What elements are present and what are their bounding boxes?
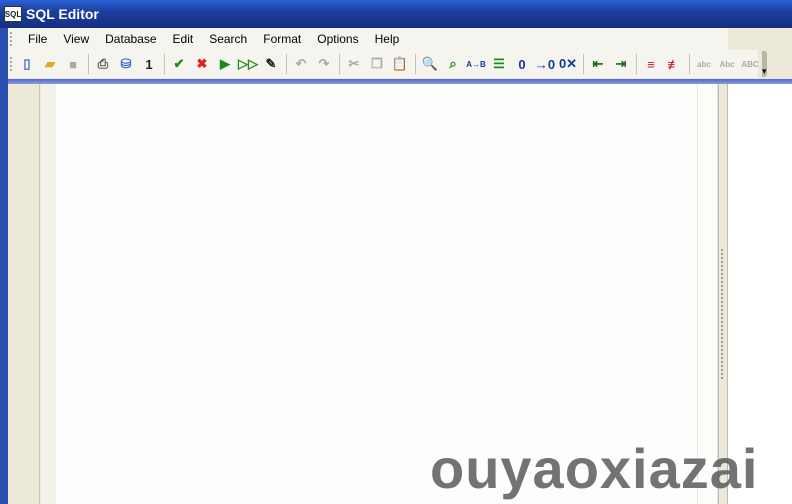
menu-search[interactable]: Search (201, 32, 255, 46)
menu-grip[interactable] (10, 32, 16, 46)
capitalize-button[interactable]: Abc (716, 53, 738, 75)
redo-button[interactable]: ↷ (313, 53, 335, 75)
paste-icon: 📋 (391, 56, 409, 71)
toolbar-separator (636, 54, 637, 74)
execute-grid-icon: ▶ (220, 56, 230, 71)
rollback-icon: ✖ (196, 56, 208, 71)
menu-edit[interactable]: Edit (165, 32, 202, 46)
comment-icon: ≡ (647, 56, 655, 72)
menu-bar: File View Database Edit Search Format Options H… (8, 28, 728, 50)
toolbar-separator (88, 54, 89, 74)
window-border (0, 28, 8, 504)
next-bookmark-button[interactable]: →0 (534, 53, 556, 75)
save-icon: ■ (69, 56, 77, 72)
comment-button[interactable]: ≡ (640, 53, 662, 75)
print-icon: ⎙ (97, 56, 109, 71)
find-next-button[interactable]: ⌕ (442, 53, 464, 75)
toolbar-separator (415, 54, 416, 74)
paste-button[interactable]: 📋 (389, 53, 411, 75)
indent-icon: ⇤ (592, 56, 604, 71)
commit-icon: ✔ (173, 56, 185, 71)
toolbar-grip[interactable] (10, 57, 12, 71)
replace-button[interactable]: A→B (465, 53, 487, 75)
new-button[interactable]: ▯ (16, 53, 38, 75)
uppercase-button[interactable]: ABC (739, 53, 761, 75)
new-icon: ▯ (23, 56, 31, 71)
window-title: SQL Editor (26, 6, 99, 22)
print-button[interactable]: ⎙ (92, 53, 114, 75)
execute-grid-button[interactable]: ▶ (214, 53, 236, 75)
execute-all-icon: ▷▷ (238, 56, 258, 71)
undo-icon: ↶ (295, 56, 307, 71)
explain-button[interactable]: ✎ (260, 53, 282, 75)
fold-margin (41, 84, 56, 504)
clear-bookmark-button[interactable]: 0✕ (557, 53, 579, 75)
indent-button[interactable]: ⇤ (587, 53, 609, 75)
undo-button[interactable]: ↶ (290, 53, 312, 75)
menu-database[interactable]: Database (97, 32, 164, 46)
toolbar: ▯ ▰ ■ ⎙ ⛁ 1 ✔ ✖ ▶ ▷▷ ✎ ↶ ↷ ✂ ❐ 📋 🔍 ⌕ A→B ☰ 0 →0 0✕ ⇤ ⇥ ≡ ≢ abc Abc AB… (8, 50, 767, 78)
menu-options[interactable]: Options (309, 32, 366, 46)
outdent-button[interactable]: ⇥ (610, 53, 632, 75)
watermark: ouyaoxiazai (430, 437, 759, 500)
toolbar-separator (339, 54, 340, 74)
toolbar-separator (286, 54, 287, 74)
find-icon: 🔍 (421, 56, 439, 71)
clear-bookmark-icon: 0✕ (558, 56, 578, 71)
cut-icon: ✂ (348, 56, 360, 71)
title-bar: SQL SQL Editor (0, 0, 792, 28)
numbering-button[interactable]: 1 (138, 53, 160, 75)
find-button[interactable]: 🔍 (419, 53, 441, 75)
find-next-icon: ⌕ (449, 56, 457, 71)
open-button[interactable]: ▰ (39, 53, 61, 75)
uncomment-icon: ≢ (667, 56, 681, 72)
outdent-icon: ⇥ (615, 56, 627, 71)
database-button[interactable]: ⛁ (115, 53, 137, 75)
next-bookmark-icon: →0 (534, 56, 556, 72)
goto-line-button[interactable]: ☰ (488, 53, 510, 75)
database-icon: ⛁ (120, 56, 132, 71)
goto-line-icon: ☰ (493, 56, 505, 71)
replace-icon: A→B (466, 59, 486, 69)
cut-button[interactable]: ✂ (343, 53, 365, 75)
execute-all-button[interactable]: ▷▷ (237, 53, 259, 75)
toolbar-separator (164, 54, 165, 74)
save-button[interactable]: ■ (62, 53, 84, 75)
splitter-grip[interactable] (721, 249, 725, 379)
copy-button[interactable]: ❐ (366, 53, 388, 75)
toolbar-overflow-button[interactable]: ▾ (762, 51, 767, 77)
bookmark-icon: 0 (518, 56, 526, 72)
lowercase-icon: abc (697, 59, 711, 69)
explain-icon: ✎ (265, 56, 277, 71)
open-icon: ▰ (45, 56, 55, 71)
copy-icon: ❐ (371, 56, 383, 71)
toolbar-separator (583, 54, 584, 74)
bookmark-button[interactable]: 0 (511, 53, 533, 75)
uncomment-button[interactable]: ≢ (663, 53, 685, 75)
menu-format[interactable]: Format (255, 32, 309, 46)
line-number-gutter (8, 84, 40, 504)
uppercase-icon: ABC (741, 59, 759, 69)
redo-icon: ↷ (318, 56, 330, 71)
toolbar-separator (689, 54, 690, 74)
lowercase-button[interactable]: abc (693, 53, 715, 75)
menu-file[interactable]: File (20, 32, 55, 46)
menu-help[interactable]: Help (367, 32, 408, 46)
menu-view[interactable]: View (55, 32, 97, 46)
capitalize-icon: Abc (719, 59, 735, 69)
app-icon: SQL (4, 6, 22, 22)
commit-button[interactable]: ✔ (168, 53, 190, 75)
rollback-button[interactable]: ✖ (191, 53, 213, 75)
numbering-icon: 1 (145, 56, 153, 72)
